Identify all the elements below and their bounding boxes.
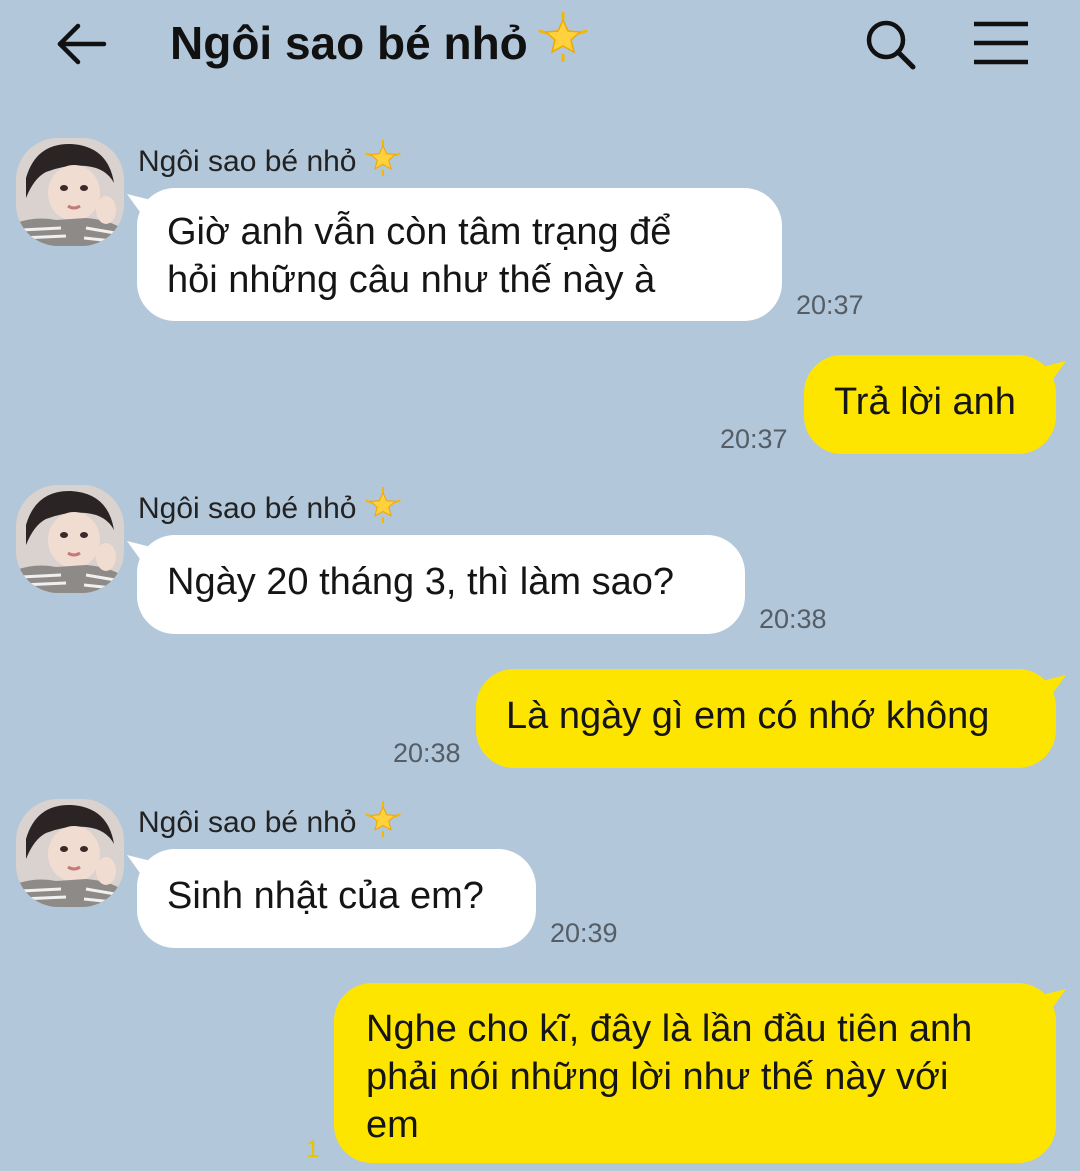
glowing-star-icon xyxy=(538,11,588,73)
menu-button[interactable] xyxy=(968,16,1034,72)
back-button[interactable] xyxy=(52,14,112,74)
search-icon xyxy=(866,20,916,70)
message-time: 20:39 xyxy=(550,918,618,948)
unread-count: 1 xyxy=(306,1136,320,1163)
message-time: 20:38 xyxy=(759,604,827,634)
message-line: Ngày 20 tháng 3, thì làm sao? xyxy=(167,561,674,603)
message-bubble-incoming[interactable]: Giờ anh vẫn còn tâm trạng để hỏi những c… xyxy=(137,188,782,321)
sender-name-text: Ngôi sao bé nhỏ xyxy=(138,492,357,525)
message-line: Là ngày gì em có nhớ không xyxy=(506,695,990,737)
message-line: Nghe cho kĩ, đây là lần đầu tiên anh xyxy=(366,1008,973,1050)
avatar[interactable] xyxy=(16,799,124,907)
message-bubble-outgoing[interactable]: Trả lời anh xyxy=(804,355,1056,454)
sender-name-text: Ngôi sao bé nhỏ xyxy=(138,145,357,178)
chat-title-text: Ngôi sao bé nhỏ xyxy=(170,16,528,69)
sender-name-text: Ngôi sao bé nhỏ xyxy=(138,806,357,839)
message-line: em xyxy=(366,1104,419,1146)
message-line: Trả lời anh xyxy=(834,381,1016,423)
message-time: 20:38 xyxy=(393,738,461,768)
message-time: 20:37 xyxy=(720,424,788,454)
message-line: Giờ anh vẫn còn tâm trạng để xyxy=(167,211,672,253)
message-line: Sinh nhật của em? xyxy=(167,875,484,917)
message-time: 20:37 xyxy=(796,290,864,320)
chat-header: Ngôi sao bé nhỏ xyxy=(0,0,1080,90)
chat-title: Ngôi sao bé nhỏ xyxy=(170,11,588,73)
glowing-star-icon xyxy=(364,139,401,184)
message-bubble-outgoing[interactable]: Là ngày gì em có nhớ không xyxy=(476,669,1056,768)
message-bubble-outgoing[interactable]: Nghe cho kĩ, đây là lần đầu tiên anh phả… xyxy=(334,983,1056,1163)
glowing-star-icon xyxy=(364,486,401,531)
message-bubble-incoming[interactable]: Sinh nhật của em? xyxy=(137,849,536,948)
arrow-left-icon xyxy=(57,23,107,65)
sender-name: Ngôi sao bé nhỏ xyxy=(138,486,401,531)
hamburger-menu-icon xyxy=(974,21,1028,65)
search-button[interactable] xyxy=(860,14,920,74)
sender-name: Ngôi sao bé nhỏ xyxy=(138,800,401,845)
profile-photo xyxy=(16,138,124,246)
avatar[interactable] xyxy=(16,138,124,246)
profile-photo xyxy=(16,485,124,593)
message-line: hỏi những câu như thế này à xyxy=(167,259,656,301)
sender-name: Ngôi sao bé nhỏ xyxy=(138,139,401,184)
avatar[interactable] xyxy=(16,485,124,593)
message-line: phải nói những lời như thế này với xyxy=(366,1056,949,1098)
glowing-star-icon xyxy=(364,800,401,845)
message-bubble-incoming[interactable]: Ngày 20 tháng 3, thì làm sao? xyxy=(137,535,745,634)
profile-photo xyxy=(16,799,124,907)
